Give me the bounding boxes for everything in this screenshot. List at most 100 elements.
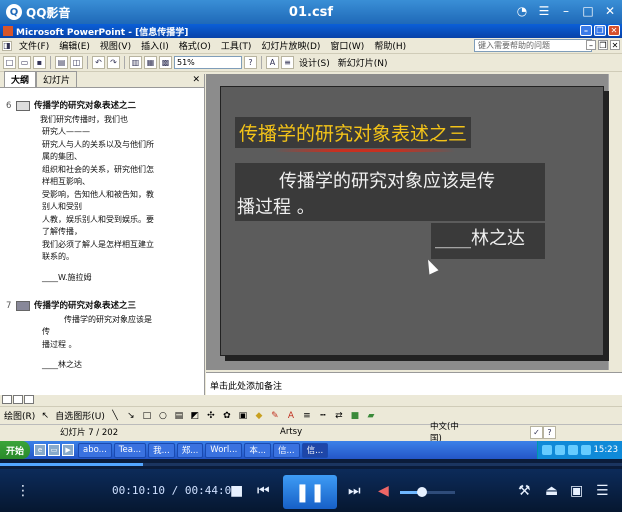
doc-minimize-icon[interactable]: – <box>586 40 596 50</box>
line-color-icon[interactable]: ✎ <box>269 410 281 422</box>
taskbar-task[interactable]: Tea... <box>113 442 147 458</box>
picture-icon[interactable]: ▣ <box>237 410 249 422</box>
volume-knob[interactable] <box>417 487 427 497</box>
vertical-scrollbar[interactable] <box>608 74 622 370</box>
taskbar-task[interactable]: 我... <box>148 442 175 458</box>
slide-title[interactable]: 传播学的研究对象表述之三 <box>235 117 472 148</box>
rectangle-icon[interactable]: □ <box>141 410 153 422</box>
zoom-select[interactable]: 51% <box>174 56 242 69</box>
tray-qq-icon[interactable] <box>580 445 591 455</box>
minimize-icon[interactable]: – <box>558 3 574 19</box>
autoshape-button[interactable]: 自选图形(U) <box>55 409 105 422</box>
start-button[interactable]: 开始 <box>0 441 31 459</box>
open-icon[interactable]: ▭ <box>18 56 31 69</box>
maximize-icon[interactable]: □ <box>580 3 596 19</box>
taskbar-task-active[interactable]: 信... <box>301 442 329 458</box>
media-icon[interactable]: ▶ <box>62 444 75 456</box>
tray-network-icon[interactable] <box>554 445 565 455</box>
outline-slide-7[interactable]: 7 传播学的研究对象表述之三 <box>6 300 198 313</box>
draw-menu-button[interactable]: 绘图(R) <box>4 409 35 422</box>
ppt-minimize-icon[interactable]: – <box>580 25 592 36</box>
table-icon[interactable]: ▦ <box>144 56 157 69</box>
tools-icon[interactable]: ⚒ <box>518 483 531 499</box>
slide-thumb-icon[interactable] <box>16 301 30 312</box>
diagram-icon[interactable]: ✣ <box>205 410 217 422</box>
textbox-icon[interactable]: ▤ <box>173 410 185 422</box>
taskbar-task[interactable]: 郑... <box>176 442 204 458</box>
sorter-view-icon[interactable] <box>13 395 23 404</box>
help-icon[interactable]: ? <box>244 56 257 69</box>
oval-icon[interactable]: ○ <box>157 410 169 422</box>
font-color-icon[interactable]: A <box>285 410 297 422</box>
font-icon[interactable]: A <box>266 56 279 69</box>
screen-icon[interactable]: ▣ <box>570 483 583 499</box>
slideshow-view-icon[interactable] <box>24 395 34 404</box>
menu-format[interactable]: 格式(O) <box>174 39 216 52</box>
mute-icon[interactable]: ◀ <box>378 483 389 499</box>
line-icon[interactable]: ╲ <box>109 410 121 422</box>
design-button[interactable]: 设计(S) <box>296 56 333 69</box>
clipart-icon[interactable]: ✿ <box>221 410 233 422</box>
pause-button[interactable]: ❚❚ <box>283 475 337 509</box>
menu-icon[interactable]: ☰ <box>536 3 552 19</box>
menu-window[interactable]: 窗口(W) <box>325 39 369 52</box>
taskbar-task[interactable]: 信... <box>272 442 300 458</box>
tab-slides[interactable]: 幻灯片 <box>36 71 78 87</box>
tray-volume-icon[interactable] <box>567 445 578 455</box>
ppt-close-icon[interactable]: ✕ <box>608 25 620 36</box>
shadow-icon[interactable]: ■ <box>349 410 361 422</box>
menu-tools[interactable]: 工具(T) <box>216 39 257 52</box>
pane-close-icon[interactable]: ✕ <box>192 75 200 85</box>
wordart-icon[interactable]: ◩ <box>189 410 201 422</box>
grid-icon[interactable]: ▩ <box>159 56 172 69</box>
menu-insert[interactable]: 插入(I) <box>136 39 174 52</box>
close-icon[interactable]: ✕ <box>602 3 618 19</box>
normal-view-icon[interactable] <box>2 395 12 404</box>
playlist-icon[interactable]: ☰ <box>596 483 609 499</box>
chart-icon[interactable]: ▥ <box>129 56 142 69</box>
previous-icon[interactable]: ⏮ <box>257 483 270 499</box>
next-icon[interactable]: ⏭ <box>348 483 361 499</box>
help-search-input[interactable]: 键入需要帮助的问题 <box>474 39 592 52</box>
eject-icon[interactable]: ⏏ <box>545 483 558 499</box>
menu-view[interactable]: 视图(V) <box>95 39 136 52</box>
ppt-restore-icon[interactable]: ❐ <box>594 25 606 36</box>
tab-outline[interactable]: 大纲 <box>4 71 37 87</box>
menu-help[interactable]: 帮助(H) <box>369 39 411 52</box>
new-slide-button[interactable]: 新幻灯片(N) <box>335 56 391 69</box>
taskbar-task[interactable]: abo... <box>78 442 112 458</box>
ie-icon[interactable]: e <box>34 444 47 456</box>
status-help-icon[interactable]: ? <box>543 425 556 439</box>
footprint-icon[interactable]: ⋮ <box>16 483 30 499</box>
stop-icon[interactable]: ■ <box>230 483 243 499</box>
slide-author[interactable]: ____林之达 <box>431 223 545 259</box>
undo-icon[interactable]: ↶ <box>92 56 105 69</box>
menu-file[interactable]: 文件(F) <box>14 39 54 52</box>
dash-style-icon[interactable]: ┅ <box>317 410 329 422</box>
line-style-icon[interactable]: ≡ <box>301 410 313 422</box>
select-arrow-icon[interactable]: ↖ <box>39 410 51 422</box>
taskbar-task[interactable]: 本... <box>244 442 271 458</box>
save-icon[interactable]: ▪ <box>33 56 46 69</box>
notes-pane[interactable]: 单击此处添加备注 <box>206 372 622 395</box>
arrow-style-icon[interactable]: ⇄ <box>333 410 345 422</box>
slide-thumb-icon[interactable] <box>16 101 30 112</box>
outline-slide-6[interactable]: 6 传播学的研究对象表述之二 <box>6 100 198 113</box>
redo-icon[interactable]: ↷ <box>107 56 120 69</box>
preview-icon[interactable]: ◫ <box>70 56 83 69</box>
arrow-icon[interactable]: ↘ <box>125 410 137 422</box>
align-icon[interactable]: ≡ <box>281 56 294 69</box>
new-icon[interactable]: □ <box>3 56 16 69</box>
menu-edit[interactable]: 编辑(E) <box>54 39 95 52</box>
skin-icon[interactable]: ◔ <box>514 3 530 19</box>
tray-pen-icon[interactable] <box>541 445 552 455</box>
print-icon[interactable]: ▤ <box>55 56 68 69</box>
doc-icon[interactable]: ◨ <box>2 40 12 51</box>
status-spell-icon[interactable]: ✓ <box>530 425 543 439</box>
taskbar-task[interactable]: Worl... <box>205 442 243 458</box>
doc-restore-icon[interactable]: ❐ <box>598 40 608 50</box>
fill-color-icon[interactable]: ◆ <box>253 410 265 422</box>
menu-slideshow[interactable]: 幻灯片放映(D) <box>256 39 325 52</box>
doc-close-icon[interactable]: ✕ <box>610 40 620 50</box>
current-slide[interactable]: 传播学的研究对象表述之三 传播学的研究对象应该是传 播过程 。 ____林之达 <box>220 86 604 356</box>
